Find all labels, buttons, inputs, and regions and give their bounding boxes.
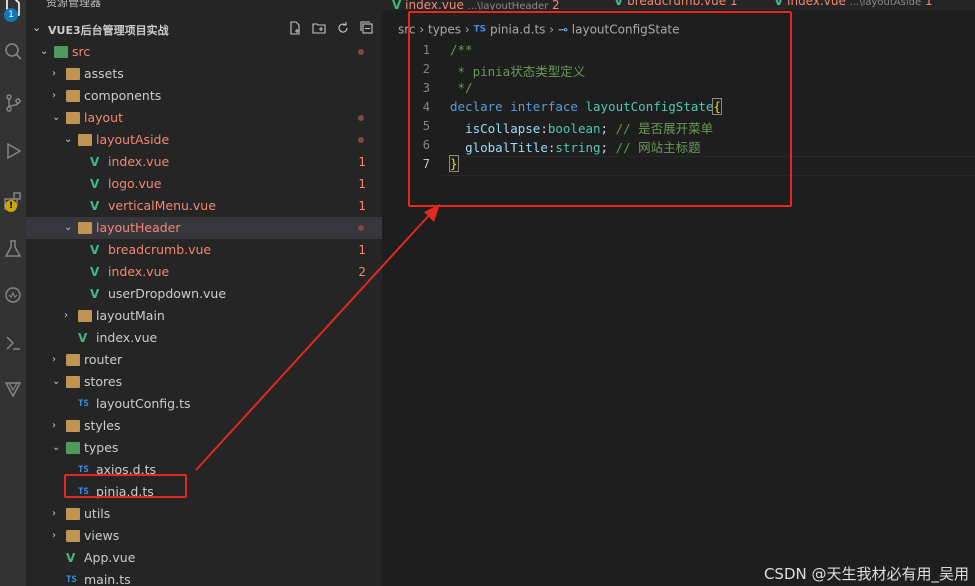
watermark: CSDN @天生我材必有用_吴用 — [763, 565, 969, 583]
annotation-arrow — [195, 204, 440, 471]
